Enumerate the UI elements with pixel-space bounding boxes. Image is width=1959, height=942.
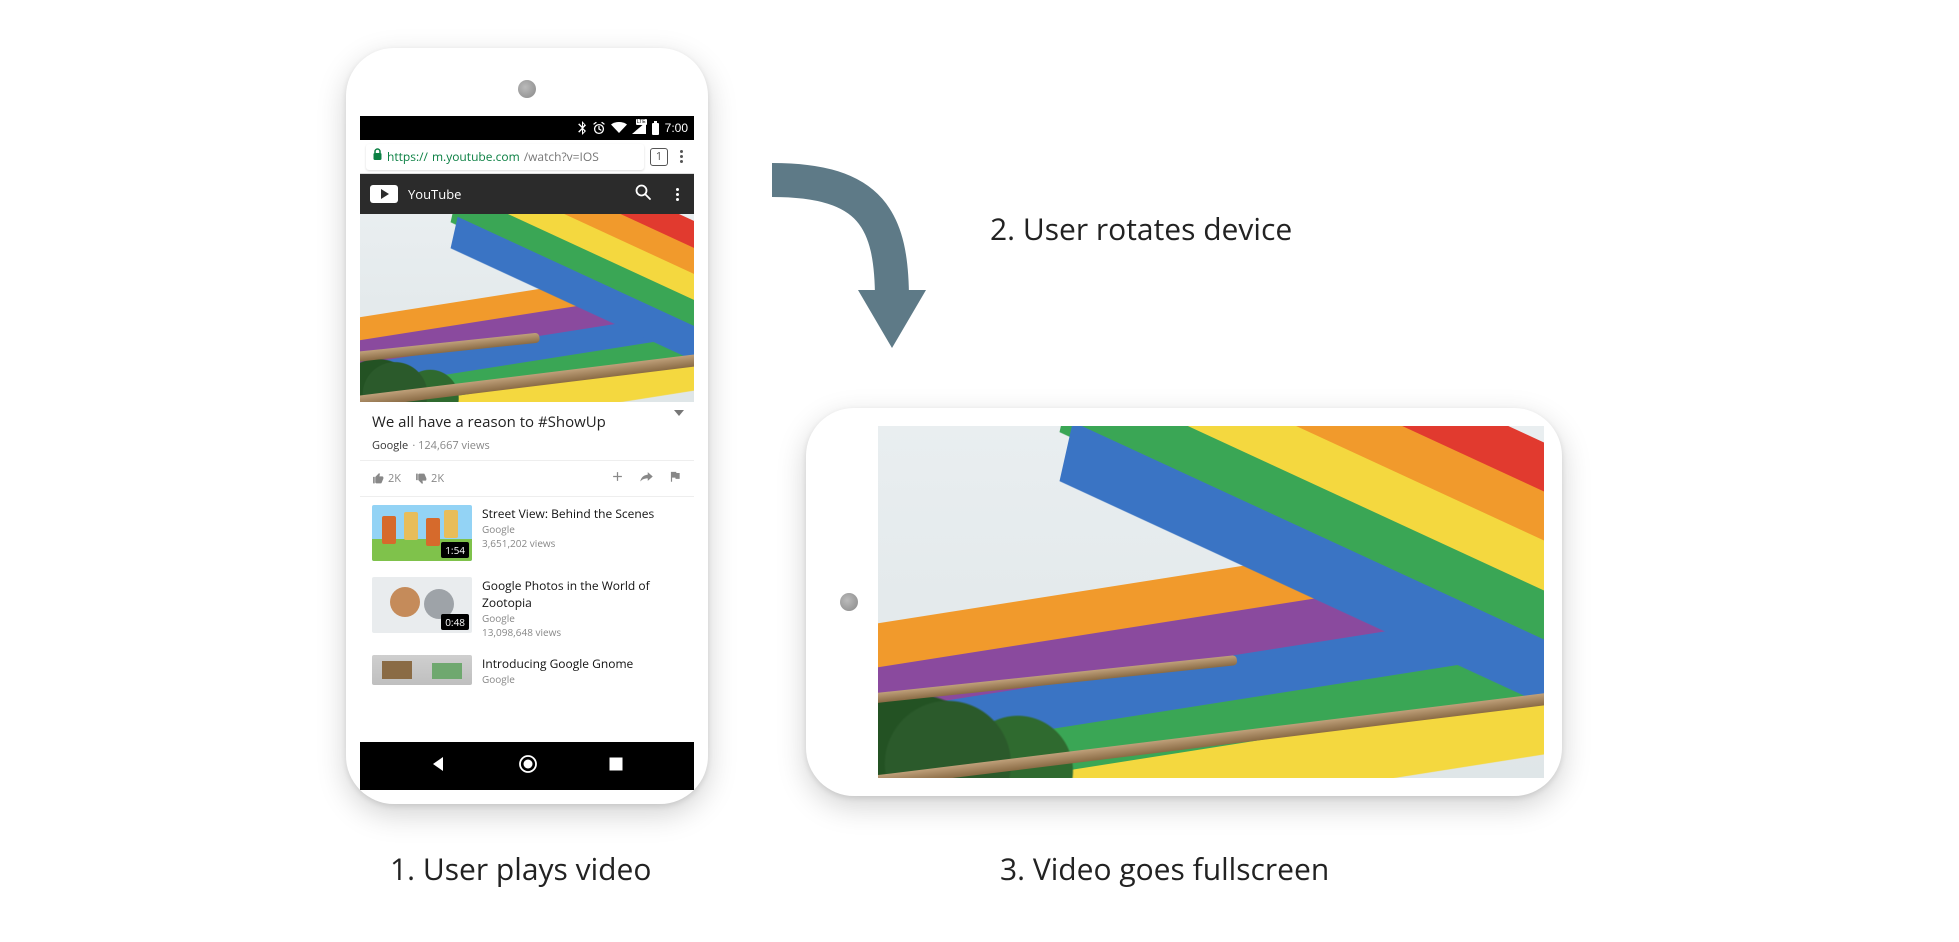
wifi-icon <box>611 122 627 134</box>
android-status-bar: LTE 7:00 <box>360 116 694 140</box>
expand-description-icon[interactable] <box>674 410 684 416</box>
video-player[interactable] <box>360 214 694 402</box>
video-metadata: We all have a reason to #ShowUp Google ·… <box>360 402 694 461</box>
caption-step-3: 3. Video goes fullscreen <box>1000 848 1329 889</box>
url-path: /watch?v=IOS <box>524 148 599 165</box>
url-host: m.youtube.com <box>432 148 520 165</box>
related-item[interactable]: 0:48 Google Photos in the World of Zooto… <box>360 569 694 647</box>
tab-count-value: 1 <box>656 149 662 164</box>
tab-switcher-button[interactable]: 1 <box>650 148 668 166</box>
fullscreen-video[interactable] <box>878 426 1544 778</box>
video-action-row: 2K 2K <box>360 461 694 497</box>
battery-icon <box>651 121 660 135</box>
share-icon[interactable] <box>639 469 654 488</box>
phone-earpiece <box>840 593 858 611</box>
alarm-icon <box>592 121 606 135</box>
lte-badge: LTE <box>636 119 647 125</box>
caption-step-1: 1. User plays video <box>390 848 651 889</box>
nav-recents-icon[interactable] <box>608 755 624 777</box>
video-frame-art <box>878 426 1544 778</box>
related-title: Introducing Google Gnome <box>482 655 633 672</box>
youtube-brand-label: YouTube <box>408 185 461 203</box>
related-title: Street View: Behind the Scenes <box>482 505 654 522</box>
browser-menu-icon[interactable] <box>674 150 688 163</box>
android-nav-bar <box>360 742 694 790</box>
related-item[interactable]: Introducing Google Gnome Google <box>360 647 694 686</box>
flag-icon[interactable] <box>668 469 682 488</box>
related-duration: 1:54 <box>441 542 469 558</box>
phone-earpiece <box>518 80 536 98</box>
like-button[interactable]: 2K <box>372 471 401 486</box>
related-title: Google Photos in the World of Zootopia <box>482 577 682 611</box>
status-time: 7:00 <box>665 121 688 135</box>
related-views: 3,651,202 views <box>482 536 654 550</box>
youtube-menu-icon[interactable] <box>670 188 684 201</box>
related-views: 13,098,648 views <box>482 625 682 639</box>
related-duration: 0:48 <box>441 614 469 630</box>
phone-landscape-frame <box>806 408 1562 796</box>
rotate-arrow-icon <box>752 160 932 380</box>
add-to-icon[interactable] <box>610 469 625 488</box>
related-channel: Google <box>482 672 633 686</box>
nav-home-icon[interactable] <box>518 754 538 779</box>
related-thumb: 1:54 <box>372 505 472 561</box>
lock-icon <box>372 148 383 165</box>
browser-toolbar: https://m.youtube.com/watch?v=IOS 1 <box>360 140 694 174</box>
related-videos-list[interactable]: 1:54 Street View: Behind the Scenes Goog… <box>360 497 694 742</box>
nav-back-icon[interactable] <box>430 755 448 778</box>
bluetooth-icon <box>577 121 587 135</box>
like-count: 2K <box>388 471 401 486</box>
phone-portrait-frame: LTE 7:00 https://m.youtube.com/watch?v=I… <box>346 48 708 804</box>
video-frame-art <box>360 214 694 402</box>
related-item[interactable]: 1:54 Street View: Behind the Scenes Goog… <box>360 497 694 569</box>
related-channel: Google <box>482 522 654 536</box>
youtube-logo-icon[interactable] <box>370 185 398 203</box>
search-icon[interactable] <box>634 183 652 206</box>
dislike-count: 2K <box>431 471 444 486</box>
video-owner[interactable]: Google <box>372 438 408 453</box>
video-views: · 124,667 views <box>412 438 489 453</box>
youtube-app-bar: YouTube <box>360 174 694 214</box>
dislike-button[interactable]: 2K <box>415 471 444 486</box>
related-channel: Google <box>482 611 682 625</box>
url-scheme: https:// <box>387 148 428 165</box>
video-title: We all have a reason to #ShowUp <box>372 412 682 432</box>
signal-icon: LTE <box>632 122 646 134</box>
related-thumb <box>372 655 472 685</box>
phone-screen: LTE 7:00 https://m.youtube.com/watch?v=I… <box>360 116 694 790</box>
caption-step-2: 2. User rotates device <box>990 208 1292 249</box>
related-thumb: 0:48 <box>372 577 472 633</box>
url-field[interactable]: https://m.youtube.com/watch?v=IOS <box>366 144 644 170</box>
